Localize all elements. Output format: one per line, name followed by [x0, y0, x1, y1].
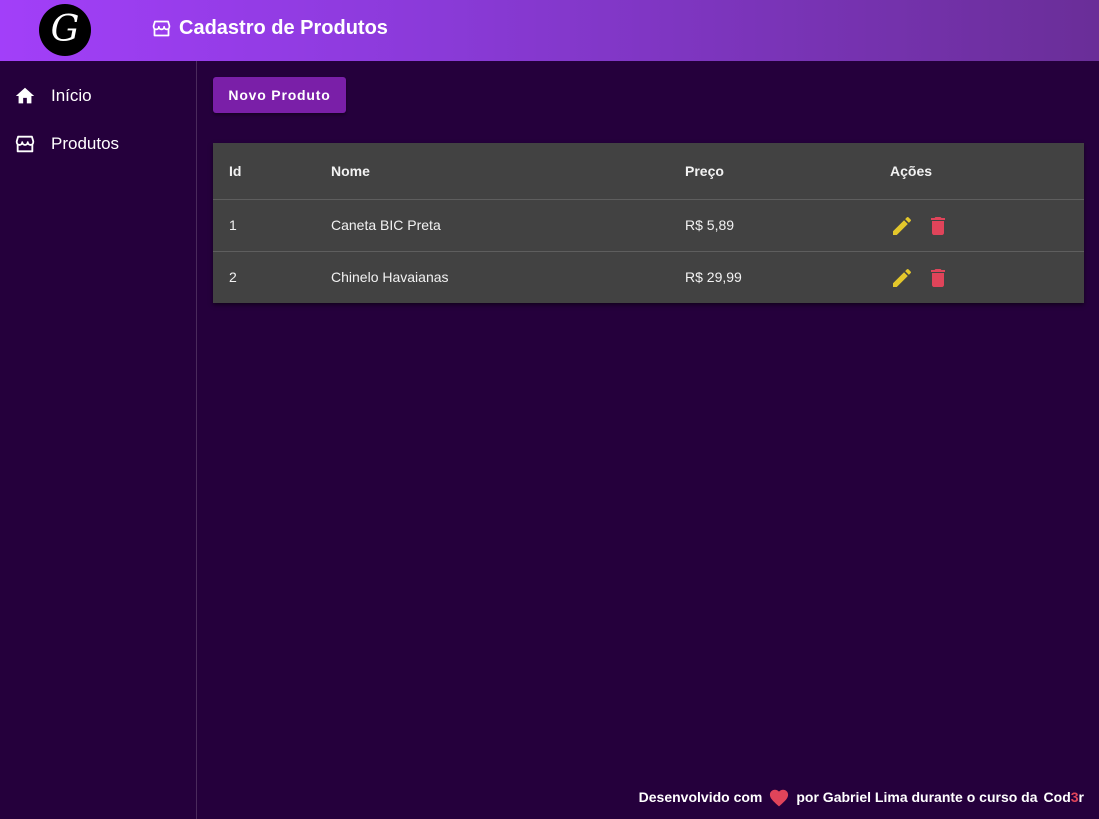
cell-nome: Caneta BIC Preta — [315, 199, 669, 252]
cell-id: 1 — [213, 199, 315, 252]
page-title: Cadastro de Produtos — [151, 17, 388, 40]
app-header: G Cadastro de Produtos — [0, 0, 1099, 61]
table-header-row: Id Nome Preço Ações — [213, 143, 1084, 200]
cell-preco: R$ 5,89 — [669, 199, 874, 252]
cell-acoes — [874, 251, 1084, 303]
sidebar-item-inicio[interactable]: Início — [0, 72, 196, 120]
sidebar: Início Produtos — [0, 61, 197, 819]
sidebar-item-produtos[interactable]: Produtos — [0, 120, 196, 168]
brand-part: 3 — [1070, 789, 1079, 805]
sidebar-item-label: Início — [51, 86, 92, 105]
home-icon — [15, 87, 35, 104]
footer: Desenvolvido com por Gabriel Lima durant… — [639, 787, 1084, 807]
page-title-text: Cadastro de Produtos — [179, 17, 388, 39]
cell-preco: R$ 29,99 — [685, 269, 742, 286]
column-header-id: Id — [213, 143, 315, 200]
logo[interactable]: G — [39, 4, 91, 56]
store-icon — [152, 20, 171, 37]
footer-prefix: Desenvolvido com — [638, 789, 763, 805]
cell-nome: Chinelo Havaianas — [331, 269, 449, 286]
logo-letter: G — [50, 9, 80, 50]
products-table: Id Nome Preço Ações 1 Caneta BIC Preta R… — [213, 143, 1084, 303]
column-header-preco: Preço — [669, 143, 874, 200]
edit-icon[interactable] — [890, 214, 914, 238]
delete-icon[interactable] — [926, 214, 950, 238]
footer-suffix: por Gabriel Lima durante o curso da — [796, 789, 1038, 805]
sidebar-item-label: Produtos — [51, 134, 120, 153]
cell-id: 2 — [229, 269, 237, 286]
brand-name: Cod3r — [1044, 789, 1084, 805]
column-header-acoes: Ações — [874, 143, 1084, 200]
brand-part: Cod — [1043, 789, 1071, 805]
table-row: 1 Caneta BIC Preta R$ 5,89 — [213, 199, 1084, 252]
cell-acoes — [874, 199, 1084, 252]
edit-icon[interactable] — [890, 266, 914, 290]
main-content: Novo Produto Id Nome Preço Ações 1 Canet… — [197, 61, 1099, 819]
delete-icon[interactable] — [926, 266, 950, 290]
store-icon — [15, 135, 35, 153]
table-row: 2 Chinelo Havaianas R$ 29,99 — [213, 251, 1084, 303]
brand-part: r — [1078, 789, 1084, 805]
heart-icon — [770, 789, 789, 807]
new-product-button[interactable]: Novo Produto — [213, 77, 346, 113]
column-header-nome: Nome — [315, 143, 669, 200]
